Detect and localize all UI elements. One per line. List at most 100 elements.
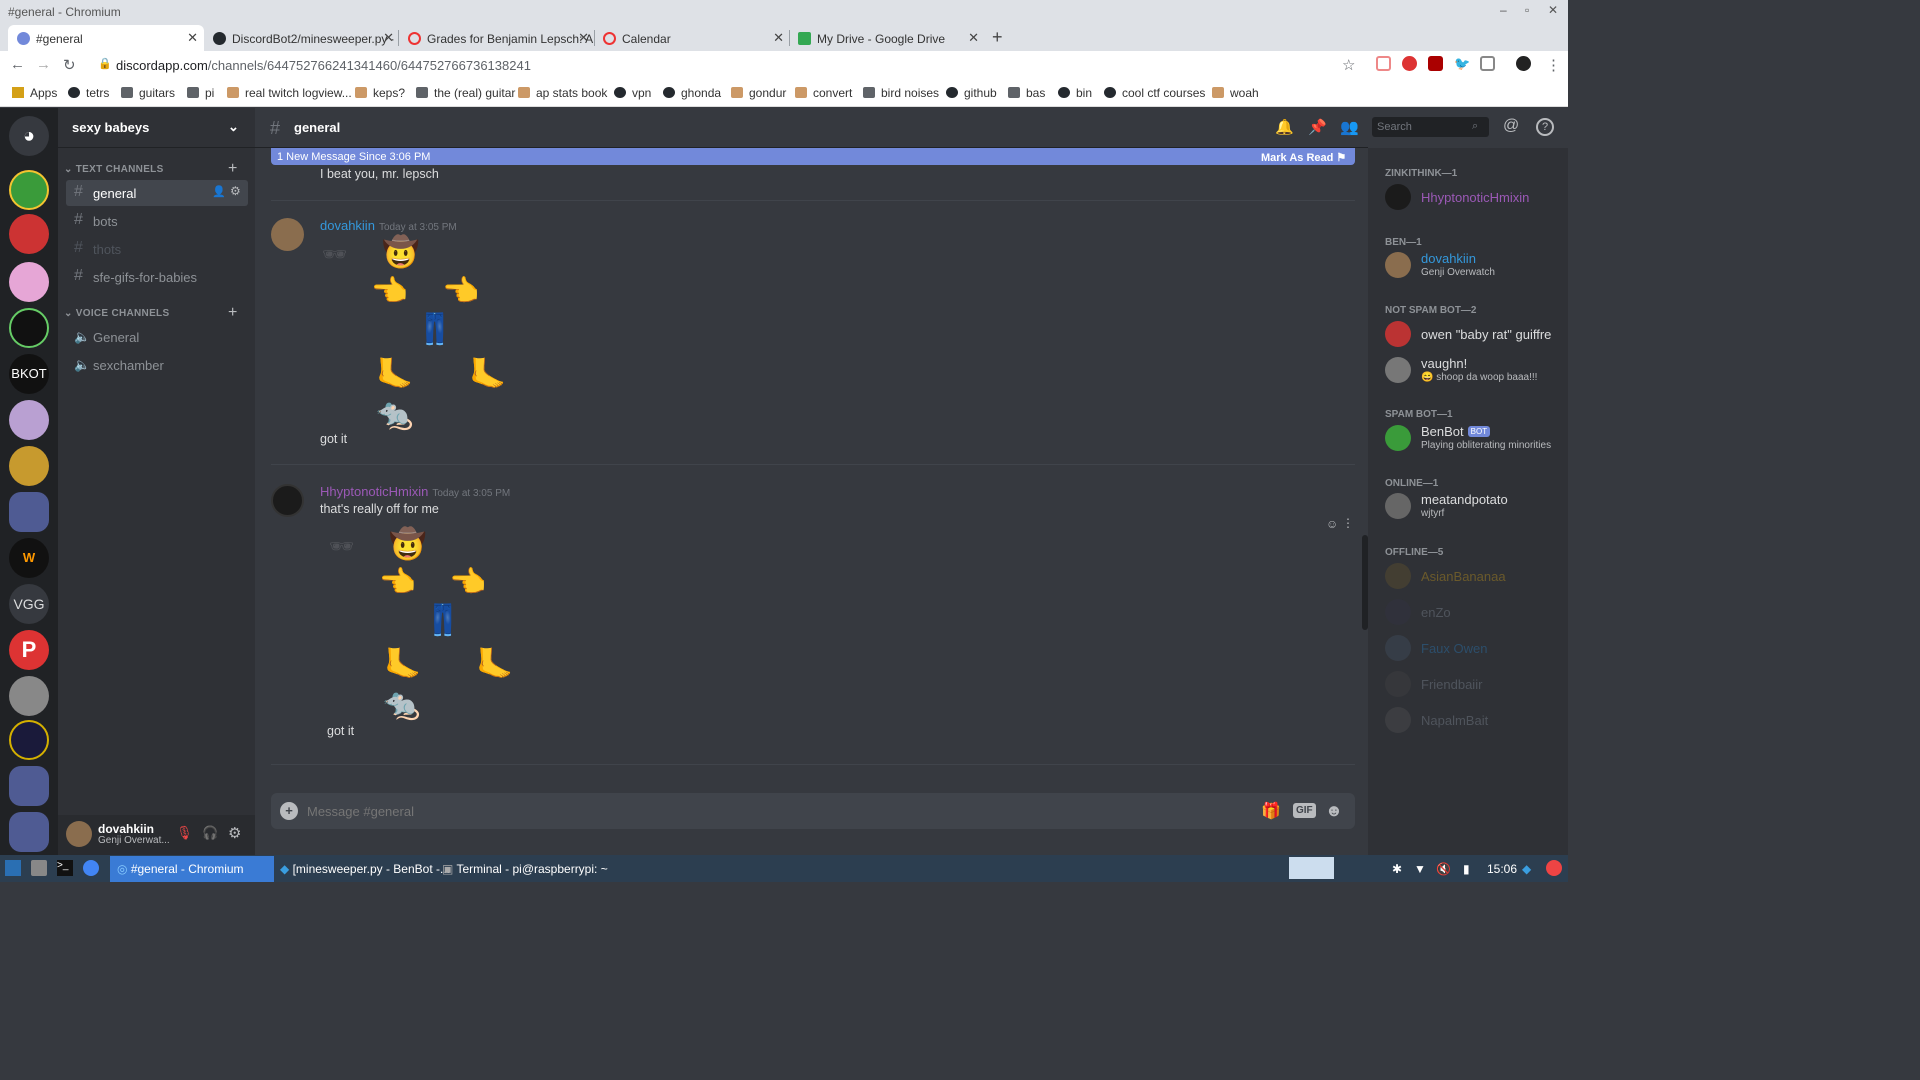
tab-drive[interactable]: My Drive - Google Drive ✕ <box>789 25 985 51</box>
avatar[interactable] <box>66 821 92 847</box>
bluetooth-icon[interactable]: ✱ <box>1392 862 1402 876</box>
minimize-icon[interactable]: – <box>1500 3 1507 17</box>
deafen-icon[interactable]: 🎧 <box>202 825 218 841</box>
member-name[interactable]: BenBot BOT <box>1421 424 1491 439</box>
avatar[interactable] <box>1385 357 1411 383</box>
avatar[interactable] <box>1385 493 1411 519</box>
bookmark-real-twitch-logview[interactable]: real twitch logview... <box>227 86 352 100</box>
settings-gear-icon[interactable]: ⚙ <box>228 824 241 842</box>
avatar[interactable] <box>1385 184 1411 210</box>
close-tab-icon[interactable]: ✕ <box>187 30 198 46</box>
gear-icon[interactable]: ⚙ <box>230 184 241 198</box>
bookmark-ghonda[interactable]: ghonda <box>663 86 721 100</box>
bookmark-bird-noises[interactable]: bird noises <box>863 86 939 100</box>
add-reaction-icon[interactable]: ☺ <box>1326 517 1338 531</box>
channel-thots[interactable]: # thots <box>66 236 248 262</box>
bookmark-keps[interactable]: keps? <box>355 86 405 100</box>
file-manager-icon[interactable] <box>31 860 47 876</box>
taskbar-item-vscode[interactable]: ◆ [minesweeper.py - BenBot -... <box>280 862 450 876</box>
forward-icon[interactable]: → <box>36 56 51 73</box>
bookmark-the-real-guitar[interactable]: the (real) guitar <box>416 86 515 100</box>
member-name[interactable]: NapalmBait <box>1421 713 1488 728</box>
new-messages-banner[interactable]: 1 New Message Since 3:06 PM Mark As Read… <box>271 148 1355 165</box>
battery-icon[interactable]: ▮ <box>1463 862 1470 876</box>
member-name[interactable]: AsianBananaa <box>1421 569 1506 584</box>
voice-channel-general[interactable]: 🔈 General <box>66 324 248 350</box>
avatar[interactable] <box>1385 252 1411 278</box>
add-channel-icon[interactable]: + <box>228 160 237 178</box>
close-tab-icon[interactable]: ✕ <box>383 30 394 46</box>
avatar[interactable] <box>271 218 304 251</box>
avatar[interactable] <box>271 484 304 517</box>
address-bar[interactable]: 🔒 discordapp.com/channels/64475276624134… <box>92 54 1367 76</box>
terminal-icon[interactable]: >_ <box>57 860 73 876</box>
bookmark-vpn[interactable]: vpn <box>614 86 651 100</box>
ublock-icon[interactable] <box>1428 56 1443 71</box>
taskbar-item-chromium[interactable]: ◎ #general - Chromium <box>117 862 244 876</box>
tab-general[interactable]: #general ✕ <box>8 25 204 51</box>
member-name[interactable]: HhyptonoticHmixin <box>1421 190 1529 205</box>
bookmark-cool-ctf-courses[interactable]: cool ctf courses <box>1104 86 1205 100</box>
upload-plus-icon[interactable]: + <box>280 802 298 820</box>
bookmark-bin[interactable]: bin <box>1058 86 1092 100</box>
server-folder-icon[interactable] <box>9 492 49 532</box>
member-list-icon[interactable]: 👥 <box>1340 118 1359 136</box>
bookmark-convert[interactable]: convert <box>795 86 852 100</box>
avatar[interactable] <box>1385 635 1411 661</box>
server-icon[interactable] <box>9 676 49 716</box>
vscode-tray-icon[interactable]: ◆ <box>1522 862 1531 876</box>
close-window-icon[interactable]: ✕ <box>1548 3 1558 17</box>
bookmark-gondur[interactable]: gondur <box>731 86 786 100</box>
channel-bots[interactable]: # bots <box>66 208 248 234</box>
server-icon[interactable] <box>9 214 49 254</box>
start-menu-icon[interactable] <box>5 860 21 876</box>
close-tab-icon[interactable]: ✕ <box>968 30 979 46</box>
extension-icon[interactable] <box>1402 56 1417 71</box>
extension-icon[interactable] <box>1480 56 1495 71</box>
message-author[interactable]: HhyptonoticHmixin <box>320 484 428 499</box>
volume-muted-icon[interactable]: 🔇 <box>1436 862 1451 876</box>
tab-github[interactable]: DiscordBot2/minesweeper.py · ✕ <box>204 25 400 51</box>
member-name[interactable]: vaughn! <box>1421 356 1467 371</box>
channel-general[interactable]: # general 👤 ⚙ <box>66 180 248 206</box>
mark-as-read-button[interactable]: Mark As Read ⚑ <box>1261 151 1346 164</box>
gift-icon[interactable]: 🎁 <box>1261 801 1281 821</box>
close-tab-icon[interactable]: ✕ <box>773 30 784 46</box>
server-header[interactable]: sexy babeys ⌄ <box>58 108 255 148</box>
server-icon[interactable]: BKOT <box>9 354 49 394</box>
bookmark-github[interactable]: github <box>946 86 997 100</box>
server-icon[interactable] <box>9 170 49 210</box>
avatar[interactable] <box>1385 671 1411 697</box>
profile-icon[interactable] <box>1516 56 1531 71</box>
maximize-icon[interactable]: ▫ <box>1525 3 1529 17</box>
message-input[interactable] <box>307 801 1207 821</box>
invite-icon[interactable]: 👤 <box>212 185 226 198</box>
avatar[interactable] <box>1385 707 1411 733</box>
message-author[interactable]: dovahkiin <box>320 218 375 233</box>
avatar[interactable] <box>1385 599 1411 625</box>
discord-home-icon[interactable]: ◕ <box>9 116 49 156</box>
bookmark-guitars[interactable]: guitars <box>121 86 175 100</box>
tab-calendar[interactable]: Calendar ✕ <box>594 25 790 51</box>
close-tab-icon[interactable]: ✕ <box>578 30 589 46</box>
bookmark-apps[interactable]: Apps <box>12 86 57 100</box>
chromium-icon[interactable] <box>83 860 99 876</box>
help-icon[interactable]: ? <box>1536 118 1554 136</box>
text-channels-category[interactable]: ⌄ TEXT CHANNELS <box>64 164 164 175</box>
server-icon[interactable] <box>9 262 49 302</box>
server-folder-icon[interactable] <box>9 812 49 852</box>
voice-channels-category[interactable]: ⌄ VOICE CHANNELS <box>64 308 169 319</box>
mentions-icon[interactable]: @ <box>1503 117 1519 135</box>
extension-icon[interactable] <box>1376 56 1391 71</box>
twitter-icon[interactable]: 🐦 <box>1454 56 1470 71</box>
bookmark-star-icon[interactable]: ☆ <box>1342 56 1355 74</box>
server-icon[interactable] <box>9 720 49 760</box>
menu-icon[interactable]: ⋮ <box>1546 56 1561 74</box>
bookmark-pi[interactable]: pi <box>187 86 214 100</box>
member-name[interactable]: Friendbaiir <box>1421 677 1482 692</box>
member-name[interactable]: meatandpotato <box>1421 492 1508 507</box>
bookmark-woah[interactable]: woah <box>1212 86 1259 100</box>
reload-icon[interactable]: ↻ <box>63 56 76 74</box>
add-channel-icon[interactable]: + <box>228 304 237 322</box>
more-options-icon[interactable]: ⋮ <box>1342 516 1354 530</box>
